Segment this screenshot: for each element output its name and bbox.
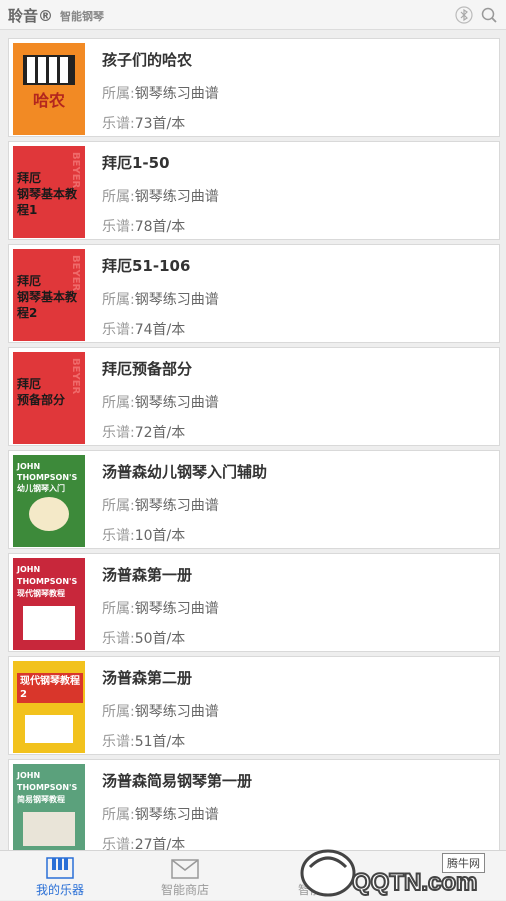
book-cover: 拜厄 钢琴基本教程2 BEYER bbox=[13, 249, 85, 341]
watermark-brand: QQTN.com bbox=[351, 868, 478, 897]
book-cover: 拜厄 钢琴基本教程1 BEYER bbox=[13, 146, 85, 238]
book-category: 所属:钢琴练习曲谱 bbox=[102, 498, 219, 514]
book-title: 孩子们的哈农 bbox=[102, 51, 193, 69]
book-cover: 哈农 bbox=[13, 43, 85, 135]
book-category: 所属:钢琴练习曲谱 bbox=[102, 86, 219, 102]
book-title: 汤普森第二册 bbox=[102, 669, 193, 687]
cover-illustration bbox=[23, 606, 75, 640]
book-category: 所属:钢琴练习曲谱 bbox=[102, 704, 219, 720]
search-icon[interactable] bbox=[480, 6, 498, 24]
book-title: 拜厄1-50 bbox=[102, 154, 170, 172]
cover-title: JOHN THOMPSON'S 简易钢琴教程 bbox=[17, 771, 78, 804]
songbook-item[interactable]: 哈农 孩子们的哈农 所属:钢琴练习曲谱 乐谱:73首/本 bbox=[8, 38, 500, 137]
bluetooth-icon[interactable] bbox=[455, 6, 473, 24]
cover-title: 哈农 bbox=[33, 91, 66, 110]
cover-title: 拜厄 预备部分 bbox=[17, 377, 66, 407]
cover-illustration bbox=[25, 715, 73, 743]
book-category: 所属:钢琴练习曲谱 bbox=[102, 189, 219, 205]
book-count: 乐谱:78首/本 bbox=[102, 219, 186, 235]
book-title: 汤普森第一册 bbox=[102, 566, 193, 584]
book-title: 汤普森幼儿钢琴入门辅助 bbox=[102, 463, 268, 481]
book-title: 拜厄51-106 bbox=[102, 257, 191, 275]
cover-title: JOHN THOMPSON'S 现代钢琴教程 bbox=[17, 565, 78, 598]
cover-title: JOHN THOMPSON'S 幼儿钢琴入门 bbox=[17, 462, 78, 493]
book-category: 所属:钢琴练习曲谱 bbox=[102, 395, 219, 411]
book-cover: JOHN THOMPSON'S 现代钢琴教程 bbox=[13, 558, 85, 650]
songbook-item[interactable]: JOHN THOMPSON'S 简易钢琴教程 汤普森简易钢琴第一册 所属:钢琴练… bbox=[8, 759, 500, 850]
book-cover: 现代钢琴教程 2 bbox=[13, 661, 85, 753]
app-header: 聆音® 智能钢琴 bbox=[0, 0, 506, 30]
cover-deco: BEYER bbox=[70, 255, 81, 292]
watermark-logo-icon bbox=[300, 849, 356, 897]
book-count: 乐谱:73首/本 bbox=[102, 116, 186, 132]
app-subtitle: 智能钢琴 bbox=[60, 10, 104, 23]
cover-title: 现代钢琴教程 2 bbox=[17, 673, 83, 703]
book-count: 乐谱:27首/本 bbox=[102, 837, 186, 850]
songbook-item[interactable]: JOHN THOMPSON'S 现代钢琴教程 汤普森第一册 所属:钢琴练习曲谱 … bbox=[8, 553, 500, 652]
mail-icon bbox=[171, 859, 199, 879]
book-cover: JOHN THOMPSON'S 简易钢琴教程 bbox=[13, 764, 85, 850]
book-count: 乐谱:74首/本 bbox=[102, 322, 186, 338]
cover-deco: BEYER bbox=[70, 358, 81, 395]
songbook-item[interactable]: 拜厄 预备部分 BEYER 拜厄预备部分 所属:钢琴练习曲谱 乐谱:72首/本 bbox=[8, 347, 500, 446]
book-count: 乐谱:50首/本 bbox=[102, 631, 186, 647]
book-title: 汤普森简易钢琴第一册 bbox=[102, 772, 253, 790]
piano-icon bbox=[46, 857, 74, 879]
book-title: 拜厄预备部分 bbox=[102, 360, 193, 378]
book-cover: 拜厄 预备部分 BEYER bbox=[13, 352, 85, 444]
tab-label: 我的乐器 bbox=[35, 883, 84, 897]
tab-smart-store[interactable]: 智能商店 bbox=[135, 851, 235, 901]
songbook-item[interactable]: 拜厄 钢琴基本教程2 BEYER 拜厄51-106 所属:钢琴练习曲谱 乐谱:7… bbox=[8, 244, 500, 343]
watermark: 腾牛网 QQTN.com bbox=[300, 845, 500, 900]
app-brand: 聆音® bbox=[8, 7, 54, 25]
songbook-item[interactable]: JOHN THOMPSON'S 幼儿钢琴入门 汤普森幼儿钢琴入门辅助 所属:钢琴… bbox=[8, 450, 500, 549]
songbook-item[interactable]: 现代钢琴教程 2 汤普森第二册 所属:钢琴练习曲谱 乐谱:51首/本 bbox=[8, 656, 500, 755]
tab-my-instrument[interactable]: 我的乐器 bbox=[10, 851, 110, 901]
songbook-item[interactable]: 拜厄 钢琴基本教程1 BEYER 拜厄1-50 所属:钢琴练习曲谱 乐谱:78首… bbox=[8, 141, 500, 240]
book-count: 乐谱:51首/本 bbox=[102, 734, 186, 750]
book-category: 所属:钢琴练习曲谱 bbox=[102, 807, 219, 823]
book-count: 乐谱:10首/本 bbox=[102, 528, 186, 544]
book-category: 所属:钢琴练习曲谱 bbox=[102, 292, 219, 308]
book-count: 乐谱:72首/本 bbox=[102, 425, 186, 441]
cover-illustration bbox=[29, 497, 69, 531]
cover-deco: BEYER bbox=[70, 152, 81, 189]
cover-illustration bbox=[23, 812, 75, 846]
book-cover: JOHN THOMPSON'S 幼儿钢琴入门 bbox=[13, 455, 85, 547]
songbook-list[interactable]: 哈农 孩子们的哈农 所属:钢琴练习曲谱 乐谱:73首/本 拜厄 钢琴基本教程1 … bbox=[0, 36, 506, 850]
book-category: 所属:钢琴练习曲谱 bbox=[102, 601, 219, 617]
tab-label: 智能商店 bbox=[160, 883, 209, 897]
